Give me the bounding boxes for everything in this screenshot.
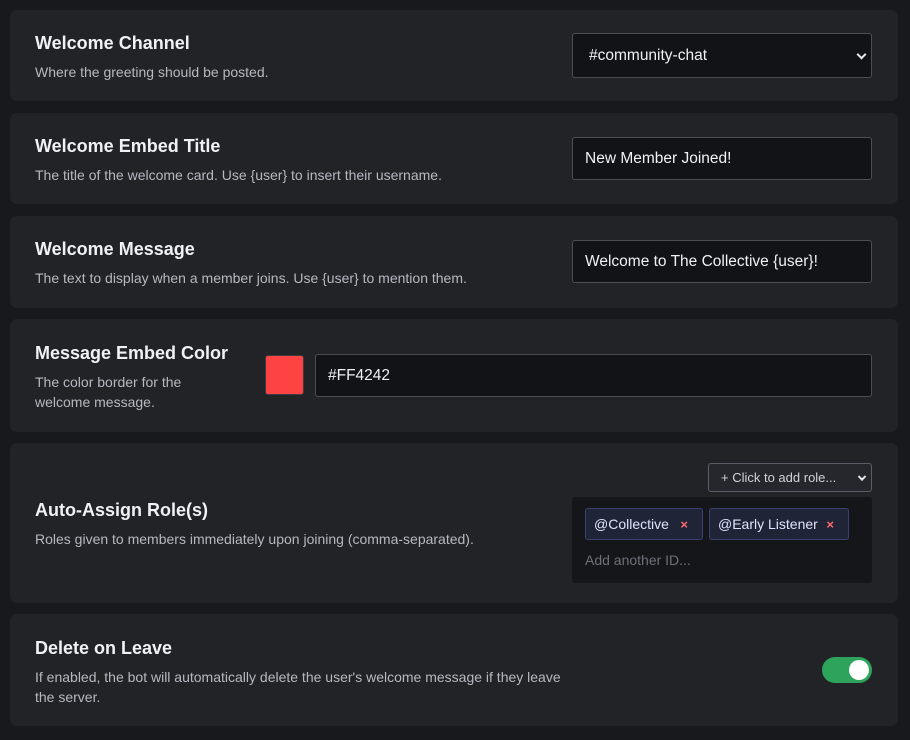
add-role-select[interactable]: + Click to add role... [708,463,872,492]
embed-title-input-value: New Member Joined! [585,149,732,167]
embed-color-description-line1: The color border for the [35,374,182,390]
welcome-message-description: The text to display when a member joins.… [35,270,467,286]
chevron-down-icon [857,472,867,481]
welcome-channel-description: Where the greeting should be posted. [35,64,269,80]
welcome-channel-select[interactable]: #community-chat [572,33,872,78]
embed-title-description: The title of the welcome card. Use {user… [35,167,442,183]
add-role-id-input[interactable]: Add another ID... [585,552,691,568]
welcome-message-input[interactable]: Welcome to The Collective {user}! [572,240,872,283]
embed-color-input[interactable]: #FF4242 [315,354,872,397]
welcome-message-title: Welcome Message [35,239,195,259]
welcome-message-input-value: Welcome to The Collective {user}! [585,252,818,270]
roles-input-box[interactable]: @Collective × @Early Listener × Add anot… [572,497,872,583]
delete-on-leave-description-line2: the server. [35,689,101,705]
auto-roles-card: Auto-Assign Role(s) Roles given to membe… [10,443,898,603]
role-tag-label: @Collective [594,516,669,532]
delete-on-leave-card: Delete on Leave If enabled, the bot will… [10,614,898,726]
embed-color-description-line2: welcome message. [35,394,155,410]
embed-color-card: Message Embed Color The color border for… [10,319,898,432]
auto-roles-title: Auto-Assign Role(s) [35,500,208,520]
color-swatch-picker[interactable] [265,355,304,395]
welcome-message-card: Welcome Message The text to display when… [10,216,898,308]
remove-role-icon[interactable]: × [826,517,834,532]
embed-title-card: Welcome Embed Title The title of the wel… [10,113,898,204]
embed-title-input[interactable]: New Member Joined! [572,137,872,180]
welcome-channel-select-value: #community-chat [589,46,708,64]
role-tag: @Early Listener × [709,508,849,540]
add-role-select-label: + Click to add role... [721,470,837,485]
delete-on-leave-title: Delete on Leave [35,638,173,658]
remove-role-icon[interactable]: × [680,517,688,532]
embed-color-title: Message Embed Color [35,343,229,363]
welcome-channel-title: Welcome Channel [35,33,190,53]
delete-on-leave-description-line1: If enabled, the bot will automatically d… [35,669,561,685]
welcome-channel-card: Welcome Channel Where the greeting shoul… [10,10,898,101]
auto-roles-description: Roles given to members immediately upon … [35,531,474,547]
embed-title-title: Welcome Embed Title [35,136,221,156]
role-tag: @Collective × [585,508,703,540]
chevron-down-icon [856,49,867,60]
delete-on-leave-toggle[interactable] [822,657,872,683]
role-tag-label: @Early Listener [718,516,818,532]
toggle-knob [849,660,869,680]
embed-color-input-value: #FF4242 [328,366,391,384]
